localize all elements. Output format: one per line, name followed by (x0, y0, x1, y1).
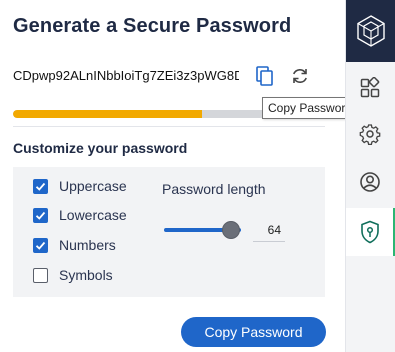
generated-password[interactable]: CDpwp92ALnINbbIoiTg7ZEi3z3pWG8DLI (13, 68, 239, 83)
customize-heading: Customize your password (13, 140, 188, 156)
page-title: Generate a Secure Password (13, 15, 292, 37)
checkbox-uppercase[interactable] (33, 179, 48, 194)
copy-password-tooltip: Copy Password (262, 97, 359, 119)
sidebar (345, 0, 395, 352)
gear-icon (359, 124, 381, 145)
logo[interactable] (346, 0, 395, 62)
option-label: Symbols (59, 267, 113, 283)
apps-grid-icon (360, 77, 380, 98)
divider (13, 126, 325, 127)
refresh-icon[interactable] (289, 65, 311, 87)
nav-apps[interactable] (346, 67, 395, 111)
shield-key-icon (361, 220, 379, 244)
password-generator-panel: Generate a Secure Password CDpwp92ALnINb… (0, 0, 359, 352)
user-profile-icon (360, 172, 380, 192)
password-length-slider[interactable] (164, 220, 244, 240)
password-row: CDpwp92ALnINbbIoiTg7ZEi3z3pWG8DLI (13, 66, 333, 86)
option-label: Lowercase (59, 207, 127, 223)
copy-icon[interactable] (254, 65, 276, 87)
password-length-label: Password length (162, 181, 266, 197)
checkbox-lowercase[interactable] (33, 208, 48, 223)
option-label: Numbers (59, 237, 116, 253)
checkbox-symbols[interactable] (33, 268, 48, 283)
copy-password-button[interactable]: Copy Password (181, 317, 326, 347)
nav-profile[interactable] (346, 161, 395, 205)
checkbox-numbers[interactable] (33, 238, 48, 253)
option-label: Uppercase (59, 178, 127, 194)
password-length-input[interactable]: 64 (253, 218, 285, 242)
nav-settings[interactable] (346, 113, 395, 157)
strength-meter-fill (13, 110, 202, 118)
nav-password-generator[interactable] (346, 208, 395, 256)
options-panel: Uppercase Lowercase Numbers Symbols Pass… (13, 167, 325, 297)
slider-thumb[interactable] (222, 221, 240, 239)
logo-icon (357, 15, 385, 47)
